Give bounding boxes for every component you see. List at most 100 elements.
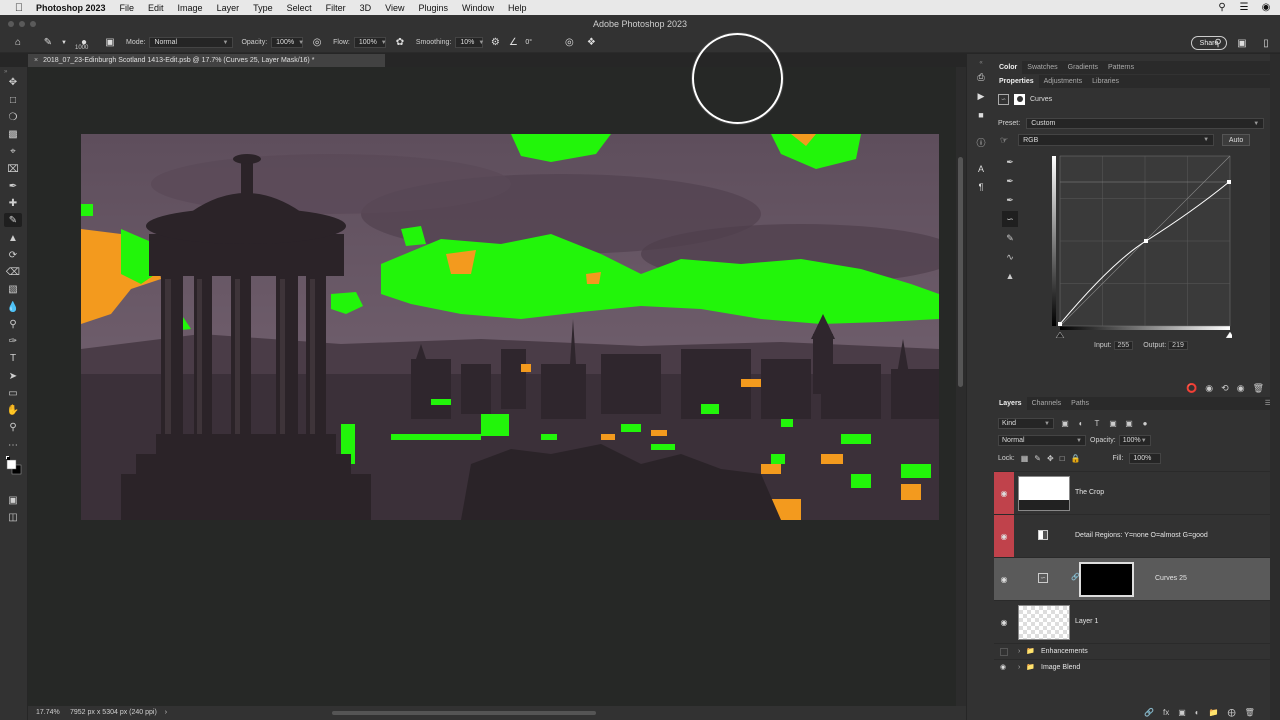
filter-pixel-icon[interactable]: ▣ [1060, 419, 1070, 429]
new-group-icon[interactable]: 📁 [1209, 708, 1219, 717]
menu-view[interactable]: View [385, 3, 404, 13]
lasso-tool-icon[interactable]: ❍ [4, 110, 22, 124]
menu-edit[interactable]: Edit [148, 3, 164, 13]
curve-point-tool-icon[interactable]: ∽ [1002, 211, 1018, 227]
filter-adjustment-icon[interactable]: ◐ [1076, 419, 1086, 429]
symmetry-icon[interactable]: ❖ [583, 35, 599, 51]
on-image-adjust-icon[interactable]: ☞ [1000, 135, 1008, 146]
more-tools-icon[interactable]: ⋯ [4, 438, 22, 452]
history-panel-icon[interactable]: ⎙ [974, 70, 988, 84]
tab-paths[interactable]: Paths [1066, 397, 1094, 410]
pen-tool-icon[interactable]: ✑ [4, 334, 22, 348]
pressure-size-icon[interactable]: ◎ [561, 35, 577, 51]
pressure-opacity-icon[interactable]: ◎ [309, 35, 325, 51]
marquee-tool-icon[interactable]: □ [4, 93, 22, 107]
layer-row[interactable]: ◉ The Crop [994, 471, 1270, 514]
mask-icon[interactable] [1014, 93, 1025, 105]
delete-layer-icon[interactable]: 🗑 [1245, 708, 1255, 717]
apple-icon[interactable]:  [12, 2, 26, 14]
lock-position-icon[interactable]: ✥ [1047, 454, 1054, 463]
output-field[interactable]: 219 [1168, 341, 1188, 350]
link-layers-icon[interactable]: 🔗 [1144, 708, 1154, 717]
document-image[interactable] [81, 134, 939, 520]
filter-kind-select[interactable]: Kind ▼ [998, 418, 1054, 429]
smoothing-gear-icon[interactable]: ⚙ [487, 35, 503, 51]
tab-color[interactable]: Color [994, 61, 1023, 74]
visibility-eye-icon[interactable]: ◉ [994, 558, 1014, 600]
menu-3d[interactable]: 3D [360, 3, 372, 13]
frame-tool-icon[interactable]: ⌧ [4, 162, 22, 176]
menu-layer[interactable]: Layer [217, 3, 240, 13]
tab-adjustments[interactable]: Adjustments [1039, 75, 1088, 88]
character-panel-icon[interactable]: A [974, 162, 988, 176]
flow-field[interactable]: 100% ▼ [353, 37, 387, 48]
foreground-background-color-icon[interactable] [4, 455, 24, 479]
canvas-area[interactable] [28, 33, 956, 706]
new-adjustment-layer-icon[interactable]: ◐ [1195, 708, 1200, 717]
screen-mode-icon[interactable]: ◫ [4, 510, 22, 524]
info-panel-icon[interactable]: ⓘ [974, 135, 988, 149]
actions-panel-icon[interactable]: ▶ [974, 89, 988, 103]
blur-tool-icon[interactable]: 💧 [4, 300, 22, 314]
document-info[interactable]: 7952 px x 5304 px (240 ppi) [70, 706, 157, 720]
menu-type[interactable]: Type [253, 3, 273, 13]
stamp-tool-icon[interactable]: ▲ [4, 231, 22, 245]
clip-to-layer-icon[interactable]: ⭕ [1186, 383, 1197, 394]
menu-app[interactable]: Photoshop 2023 [36, 3, 106, 13]
tool-preset-chevron-icon[interactable]: ▼ [56, 35, 72, 51]
fill-field[interactable]: 100% [1129, 453, 1162, 464]
document-tab[interactable]: × 2018_07_23-Edinburgh Scotland 1413-Edit… [28, 54, 385, 67]
shape-tool-icon[interactable]: ▭ [4, 386, 22, 400]
toggle-visibility-icon[interactable]: ◉ [1237, 383, 1245, 394]
menu-filter[interactable]: Filter [326, 3, 346, 13]
control-center-icon[interactable]: ☰ [1238, 1, 1250, 13]
layer-opacity-field[interactable]: 100% ▼ [1118, 435, 1151, 446]
airbrush-icon[interactable]: ✿ [392, 35, 408, 51]
lock-pixels-icon[interactable]: ✎ [1034, 454, 1041, 463]
quick-mask-icon[interactable]: ▣ [4, 493, 22, 507]
menu-file[interactable]: File [120, 3, 135, 13]
clipping-warning-icon[interactable]: ▲ [1002, 268, 1018, 284]
tab-layers[interactable]: Layers [994, 397, 1027, 410]
panel-scrollbar[interactable] [1270, 54, 1280, 720]
lock-transparent-icon[interactable]: ▦ [1021, 454, 1029, 463]
tab-patterns[interactable]: Patterns [1103, 61, 1139, 74]
visibility-eye-icon[interactable]: ◉ [994, 472, 1014, 514]
canvas-vertical-scrollbar[interactable] [956, 67, 966, 706]
lock-artboard-icon[interactable]: □ [1060, 454, 1065, 463]
opacity-field[interactable]: 100% ▼ [271, 37, 304, 48]
filter-type-icon[interactable]: T [1092, 419, 1102, 429]
tab-channels[interactable]: Channels [1027, 397, 1067, 410]
tab-libraries[interactable]: Libraries [1087, 75, 1124, 88]
expand-arrow-icon[interactable]: › [1018, 644, 1020, 660]
smoothing-field[interactable]: 10% ▼ [455, 37, 484, 48]
layer-group-row[interactable]: ◉ › 📁 Image Blend [994, 659, 1270, 675]
tab-gradients[interactable]: Gradients [1063, 61, 1103, 74]
auto-button[interactable]: Auto [1222, 134, 1251, 146]
visibility-eye-icon[interactable]: ◉ [1000, 660, 1006, 676]
object-selection-tool-icon[interactable]: ▩ [4, 127, 22, 141]
white-point-eyedropper-icon[interactable]: ✒ [1002, 192, 1018, 208]
curves-graph[interactable] [1052, 152, 1235, 339]
spotlight-search-icon[interactable]: ⚲ [1216, 1, 1228, 13]
lock-all-icon[interactable]: 🔒 [1071, 454, 1081, 463]
brush-tool-icon[interactable]: ✎ [4, 213, 22, 227]
workspace-icon[interactable]: ▣ [1234, 35, 1250, 51]
filter-toggle-icon[interactable]: ● [1140, 419, 1150, 429]
black-point-eyedropper-icon[interactable]: ✒ [1002, 154, 1018, 170]
status-menu-chevron-icon[interactable]: › [165, 706, 167, 720]
window-controls[interactable] [8, 21, 36, 27]
menu-plugins[interactable]: Plugins [418, 3, 448, 13]
channel-select[interactable]: RGB ▼ [1018, 134, 1215, 146]
siri-icon[interactable]: ◉ [1260, 1, 1272, 13]
delete-adjustment-icon[interactable]: 🗑 [1253, 383, 1264, 394]
filter-shape-icon[interactable]: ▣ [1108, 419, 1118, 429]
view-previous-state-icon[interactable]: ◉ [1205, 383, 1213, 394]
blend-mode-select[interactable]: Normal ▼ [998, 435, 1086, 446]
expand-arrow-icon[interactable]: › [1018, 660, 1020, 676]
smooth-curve-icon[interactable]: ∿ [1002, 249, 1018, 265]
mode-select[interactable]: Normal ▼ [149, 37, 234, 48]
layer-row[interactable]: ◉ Detail Regions: Y=none O=almost G=good [994, 514, 1270, 557]
path-selection-tool-icon[interactable]: ➤ [4, 369, 22, 383]
hand-tool-icon[interactable]: ✋ [4, 403, 22, 417]
